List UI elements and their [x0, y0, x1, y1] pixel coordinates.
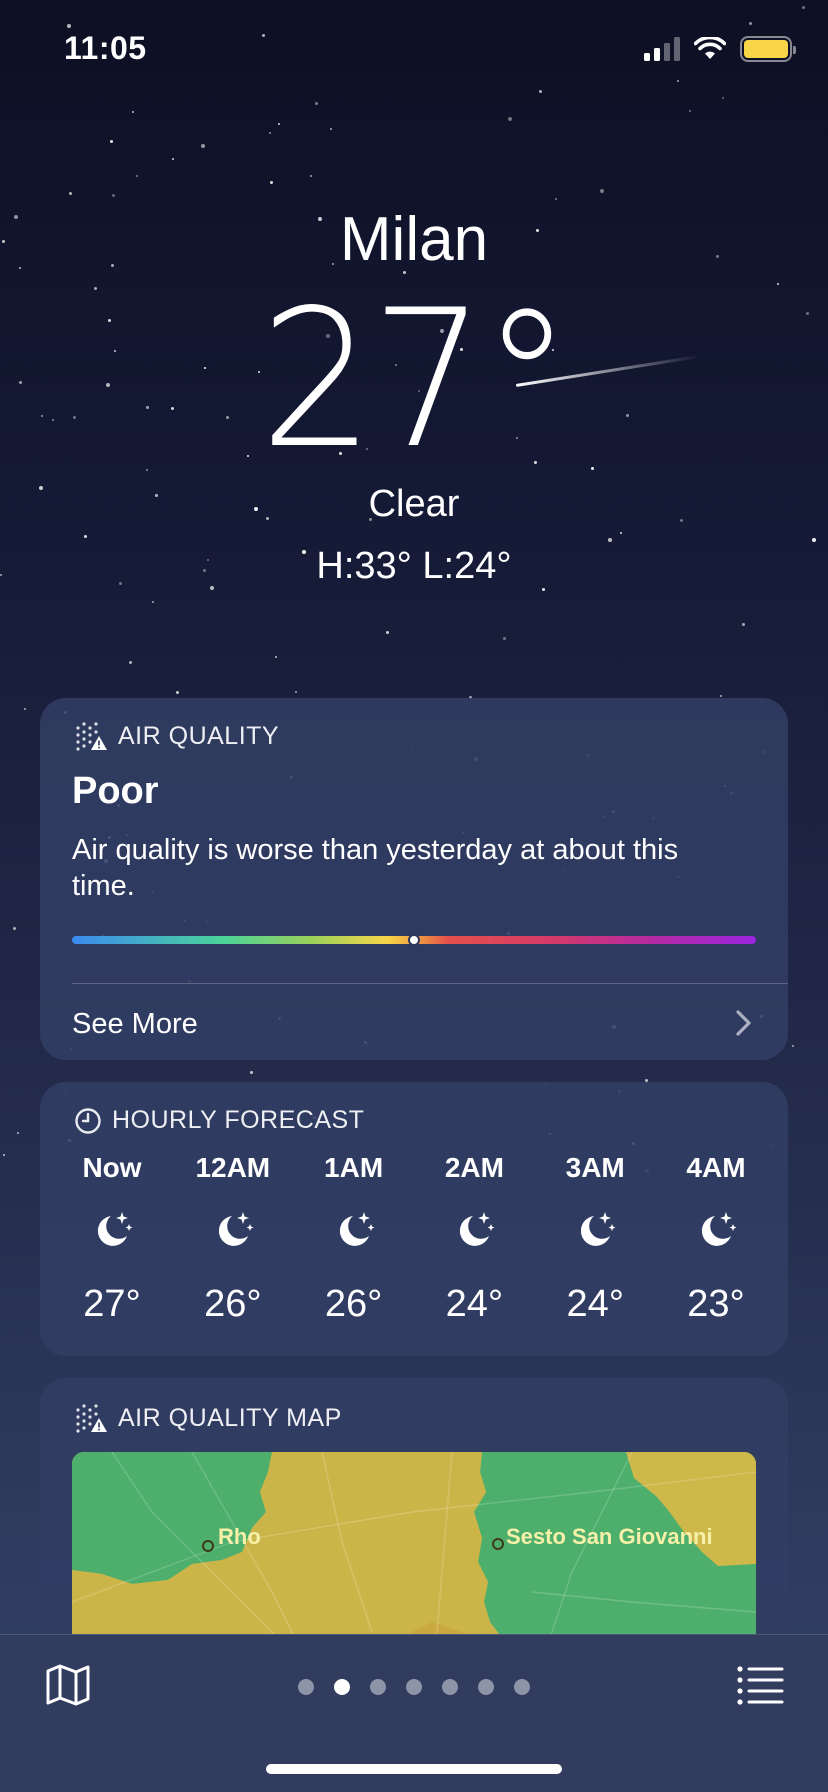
- hour-temperature: 24°: [445, 1283, 504, 1325]
- status-time: 11:05: [64, 30, 147, 66]
- hour-label: 12AM: [195, 1152, 271, 1183]
- high-low-temperature: H:33° L:24°: [316, 545, 512, 587]
- hour-label: 1AM: [324, 1152, 384, 1183]
- hourly-item: Now 27°: [62, 1148, 162, 1328]
- hour-temperature: 24°: [566, 1283, 624, 1325]
- air-quality-description: Air quality is worse than yesterday at a…: [72, 834, 679, 902]
- moon-stars-icon: [581, 1212, 616, 1246]
- hourly-item: 12AM 26°: [183, 1148, 283, 1328]
- see-more-link[interactable]: See More: [72, 1004, 198, 1044]
- moon-stars-icon: [701, 1212, 737, 1246]
- page-dot[interactable]: [478, 1679, 494, 1695]
- air-quality-title: AIR QUALITY: [118, 721, 280, 750]
- hour-label: 3AM: [565, 1152, 625, 1183]
- hourly-item: 1AM 26°: [304, 1148, 404, 1328]
- moon-stars-icon: [460, 1212, 495, 1246]
- hour-temperature: 26°: [324, 1283, 383, 1325]
- air-quality-icon: [76, 722, 107, 751]
- map-label-rho: Rho: [218, 1524, 261, 1549]
- status-bar: 11:05: [0, 0, 828, 100]
- air-quality-map-title: AIR QUALITY MAP: [118, 1403, 342, 1432]
- hourly-forecast-title: HOURLY FORECAST: [112, 1106, 365, 1134]
- hourly-forecast-card: HOURLY FORECAST Now 27° 12AM 26° 1AM 26° 2AM 24…: [40, 1082, 788, 1356]
- map-label-sesto-san-giovanni: Sesto San Giovanni: [506, 1524, 713, 1549]
- list-icon[interactable]: [736, 1663, 784, 1707]
- map-city-marker: [202, 1540, 214, 1552]
- page-dot[interactable]: [334, 1679, 350, 1695]
- hour-label: 2AM: [444, 1152, 504, 1183]
- current-temperature: 27°: [259, 269, 572, 490]
- air-quality-header: AIR QUALITY: [74, 720, 279, 752]
- page-dot[interactable]: [298, 1679, 314, 1695]
- moon-stars-icon: [339, 1212, 375, 1246]
- hour-temperature: 23°: [687, 1283, 745, 1325]
- air-quality-card[interactable]: AIR QUALITY Poor Air quality is worse th…: [40, 698, 788, 1060]
- cellular-signal-icon: [644, 37, 680, 61]
- air-quality-indicator: [408, 934, 420, 946]
- page-indicator[interactable]: [0, 1679, 828, 1695]
- divider: [72, 983, 788, 984]
- home-indicator[interactable]: [266, 1764, 562, 1774]
- bottom-toolbar: [0, 1634, 828, 1792]
- hourly-list[interactable]: Now 27° 12AM 26° 1AM 26° 2AM 24° 3AM 24° 4AM 23°: [40, 1148, 788, 1328]
- battery-icon: [740, 36, 796, 62]
- air-quality-map-header: AIR QUALITY MAP: [74, 1402, 342, 1434]
- page-dot[interactable]: [442, 1679, 458, 1695]
- hour-temperature: 27°: [83, 1283, 141, 1325]
- hourly-item: 4AM 23°: [666, 1148, 766, 1328]
- clock-icon: [75, 1107, 101, 1134]
- hourly-item: 3AM 24°: [545, 1148, 645, 1328]
- battery-fill: [744, 40, 788, 58]
- hour-temperature: 26°: [204, 1283, 262, 1325]
- page-dot[interactable]: [514, 1679, 530, 1695]
- moon-stars-icon: [97, 1212, 133, 1246]
- air-quality-icon: [76, 1404, 107, 1433]
- hour-label: Now: [82, 1152, 142, 1183]
- page-dot[interactable]: [406, 1679, 422, 1695]
- hourly-forecast-header: HOURLY FORECAST: [74, 1106, 364, 1135]
- moon-stars-icon: [218, 1212, 254, 1246]
- air-quality-level: Poor: [72, 770, 159, 812]
- status-icons: [644, 36, 796, 62]
- map-city-marker: [492, 1538, 504, 1550]
- current-weather: Milan 27° Clear H:33° L:24°: [0, 200, 828, 590]
- chevron-right-icon[interactable]: [730, 1008, 756, 1038]
- wifi-icon: [694, 37, 726, 59]
- hour-label: 4AM: [686, 1152, 746, 1183]
- city-name: Milan: [339, 205, 489, 274]
- page-dot[interactable]: [370, 1679, 386, 1695]
- hourly-item: 2AM 24°: [424, 1148, 524, 1328]
